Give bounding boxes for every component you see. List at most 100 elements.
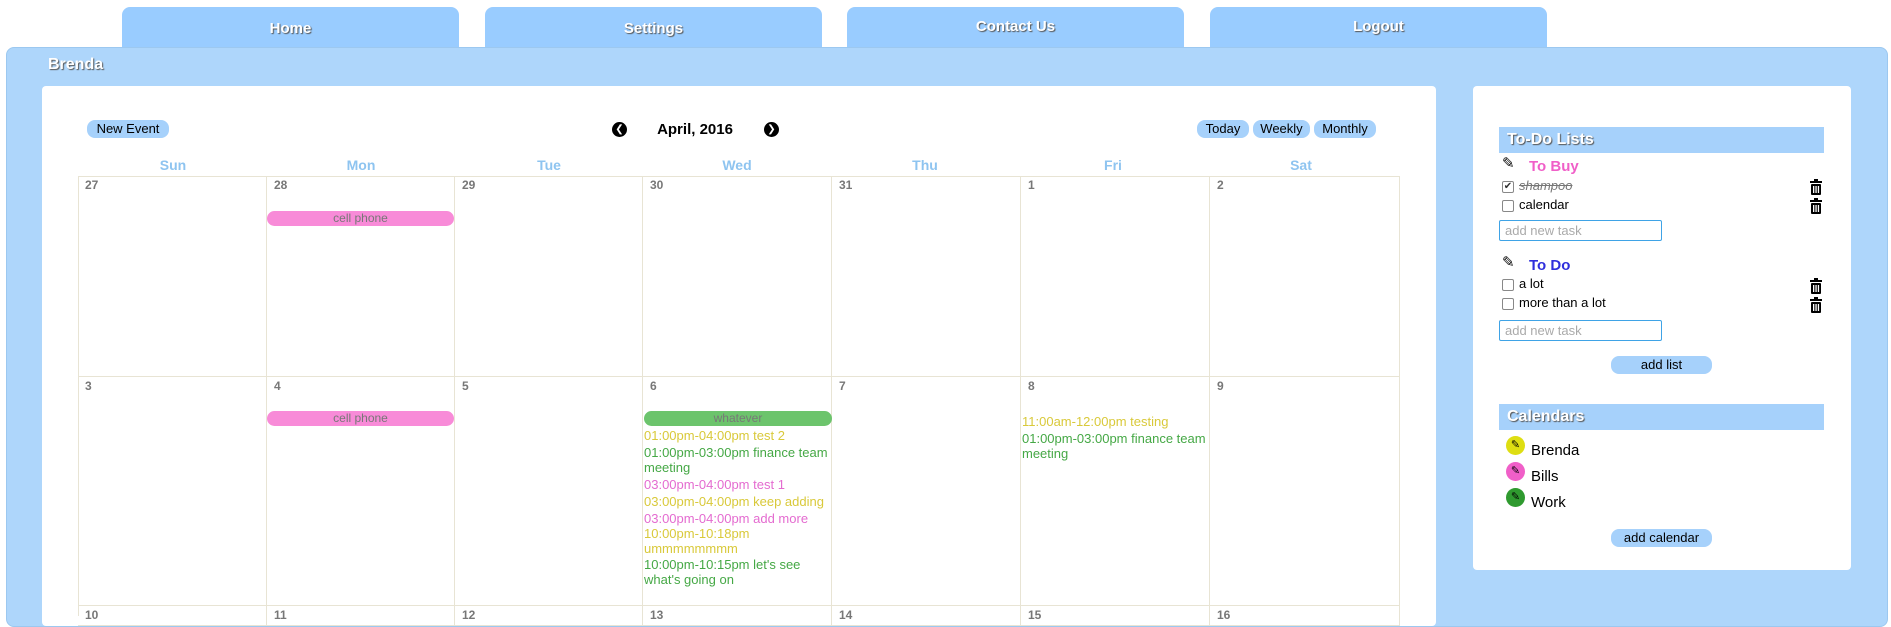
day-number: 29 <box>462 178 476 192</box>
trash-icon[interactable] <box>1809 198 1823 214</box>
task-label: a lot <box>1519 276 1544 291</box>
day-cell[interactable] <box>78 606 267 626</box>
day-cell[interactable] <box>1210 606 1400 626</box>
add-calendar-button[interactable]: add calendar <box>1611 529 1712 547</box>
day-number: 5 <box>462 379 469 393</box>
day-cell[interactable] <box>643 606 832 626</box>
task-checkbox[interactable] <box>1502 279 1514 291</box>
weekday-header-mon: Mon <box>346 157 376 173</box>
task-label: calendar <box>1519 197 1569 212</box>
day-number: 14 <box>839 608 853 622</box>
calendar-name[interactable]: Brenda <box>1531 442 1579 459</box>
nav-tab-settings[interactable]: Settings <box>485 7 822 47</box>
weekday-header-sun: Sun <box>159 157 187 173</box>
todo-list-title[interactable]: To Do <box>1529 257 1570 274</box>
day-number: 2 <box>1217 178 1224 192</box>
calendar-color-pencil-icon[interactable]: ✎ <box>1506 462 1525 481</box>
day-number: 10 <box>85 608 99 622</box>
day-number: 28 <box>274 178 288 192</box>
weekday-header-fri: Fri <box>1104 157 1122 173</box>
day-number: 12 <box>462 608 476 622</box>
day-number: 6 <box>650 379 657 393</box>
user-name: Brenda <box>48 56 104 73</box>
edit-pencil-icon[interactable]: ✎ <box>1502 255 1518 271</box>
day-cell[interactable] <box>1021 176 1210 377</box>
nav-tab-contact-us[interactable]: Contact Us <box>847 7 1184 47</box>
event-item[interactable]: 10:00pm-10:18pm ummmmmmmm <box>644 526 754 556</box>
prev-month-button[interactable]: ❮ <box>612 122 627 137</box>
day-cell[interactable] <box>78 176 267 377</box>
event-item[interactable]: 10:00pm-10:15pm let's see what's going o… <box>644 557 814 587</box>
day-number: 1 <box>1028 178 1035 192</box>
day-cell[interactable] <box>643 176 832 377</box>
day-cell[interactable] <box>832 606 1021 626</box>
event-item[interactable]: 01:00pm-03:00pm finance team meeting <box>1022 431 1212 461</box>
day-cell[interactable] <box>267 176 455 377</box>
day-number: 11 <box>274 608 287 622</box>
day-number: 8 <box>1028 379 1035 393</box>
day-cell[interactable] <box>455 176 643 377</box>
calendar-name[interactable]: Bills <box>1531 468 1559 485</box>
month-title: April, 2016 <box>657 121 733 138</box>
day-cell[interactable] <box>267 606 455 626</box>
calendar-color-pencil-icon[interactable]: ✎ <box>1506 488 1525 507</box>
day-number: 31 <box>839 178 853 192</box>
nav-tab-logout[interactable]: Logout <box>1210 7 1547 47</box>
calendar-color-pencil-icon[interactable]: ✎ <box>1506 436 1525 455</box>
day-cell[interactable] <box>1021 377 1210 606</box>
today-button[interactable]: Today <box>1197 120 1249 138</box>
day-number: 7 <box>839 379 846 393</box>
weekday-header-thu: Thu <box>912 157 938 173</box>
day-cell[interactable] <box>832 176 1021 377</box>
day-cell[interactable] <box>1210 176 1400 377</box>
weekly-button[interactable]: Weekly <box>1253 120 1310 138</box>
day-number: 16 <box>1217 608 1231 622</box>
task-label: shampoo <box>1519 178 1573 193</box>
day-cell[interactable] <box>455 377 643 606</box>
new-event-button[interactable]: New Event <box>87 120 169 138</box>
event-pill-cell-phone[interactable]: cell phone <box>267 211 454 226</box>
calendars-header: Calendars <box>1499 404 1824 430</box>
task-checkbox[interactable] <box>1502 200 1514 212</box>
day-number: 13 <box>650 608 664 622</box>
day-number: 3 <box>85 379 92 393</box>
trash-icon[interactable] <box>1809 297 1823 313</box>
day-cell[interactable] <box>1021 606 1210 626</box>
task-checkbox[interactable] <box>1502 298 1514 310</box>
chevron-left-icon: ❮ <box>615 124 624 135</box>
weekday-header-wed: Wed <box>722 157 752 173</box>
event-item[interactable]: 03:00pm-04:00pm keep adding <box>644 494 834 509</box>
day-number: 30 <box>650 178 664 192</box>
event-pill-cell-phone[interactable]: cell phone <box>267 411 454 426</box>
calendar-name[interactable]: Work <box>1531 494 1566 511</box>
add-task-input[interactable] <box>1499 220 1662 241</box>
event-item[interactable]: 01:00pm-04:00pm test 2 <box>644 428 834 443</box>
event-item[interactable]: 01:00pm-03:00pm finance team meeting <box>644 445 834 475</box>
day-number: 15 <box>1028 608 1042 622</box>
edit-pencil-icon[interactable]: ✎ <box>1502 156 1518 172</box>
day-number: 4 <box>274 379 281 393</box>
weekday-header-sat: Sat <box>1290 157 1312 173</box>
next-month-button[interactable]: ❯ <box>764 122 779 137</box>
task-checkbox[interactable]: ✔ <box>1502 181 1514 193</box>
event-item[interactable]: 03:00pm-04:00pm test 1 <box>644 477 834 492</box>
monthly-button[interactable]: Monthly <box>1314 120 1376 138</box>
day-cell[interactable] <box>455 606 643 626</box>
day-number: 9 <box>1217 379 1224 393</box>
event-pill-whatever[interactable]: whatever <box>644 411 832 426</box>
day-number: 27 <box>85 178 99 192</box>
task-label: more than a lot <box>1519 295 1606 310</box>
day-cell[interactable] <box>832 377 1021 606</box>
add-list-button[interactable]: add list <box>1611 356 1712 374</box>
weekday-header-tue: Tue <box>537 157 561 173</box>
trash-icon[interactable] <box>1809 278 1823 294</box>
nav-tab-home[interactable]: Home <box>122 7 459 47</box>
trash-icon[interactable] <box>1809 179 1823 195</box>
day-cell[interactable] <box>1210 377 1400 606</box>
day-cell[interactable] <box>78 377 267 606</box>
todo-lists-header: To-Do Lists <box>1499 127 1824 153</box>
event-item[interactable]: 11:00am-12:00pm testing <box>1022 414 1212 429</box>
todo-list-title[interactable]: To Buy <box>1529 158 1579 175</box>
event-item[interactable]: 03:00pm-04:00pm add more <box>644 511 834 526</box>
add-task-input[interactable] <box>1499 320 1662 341</box>
